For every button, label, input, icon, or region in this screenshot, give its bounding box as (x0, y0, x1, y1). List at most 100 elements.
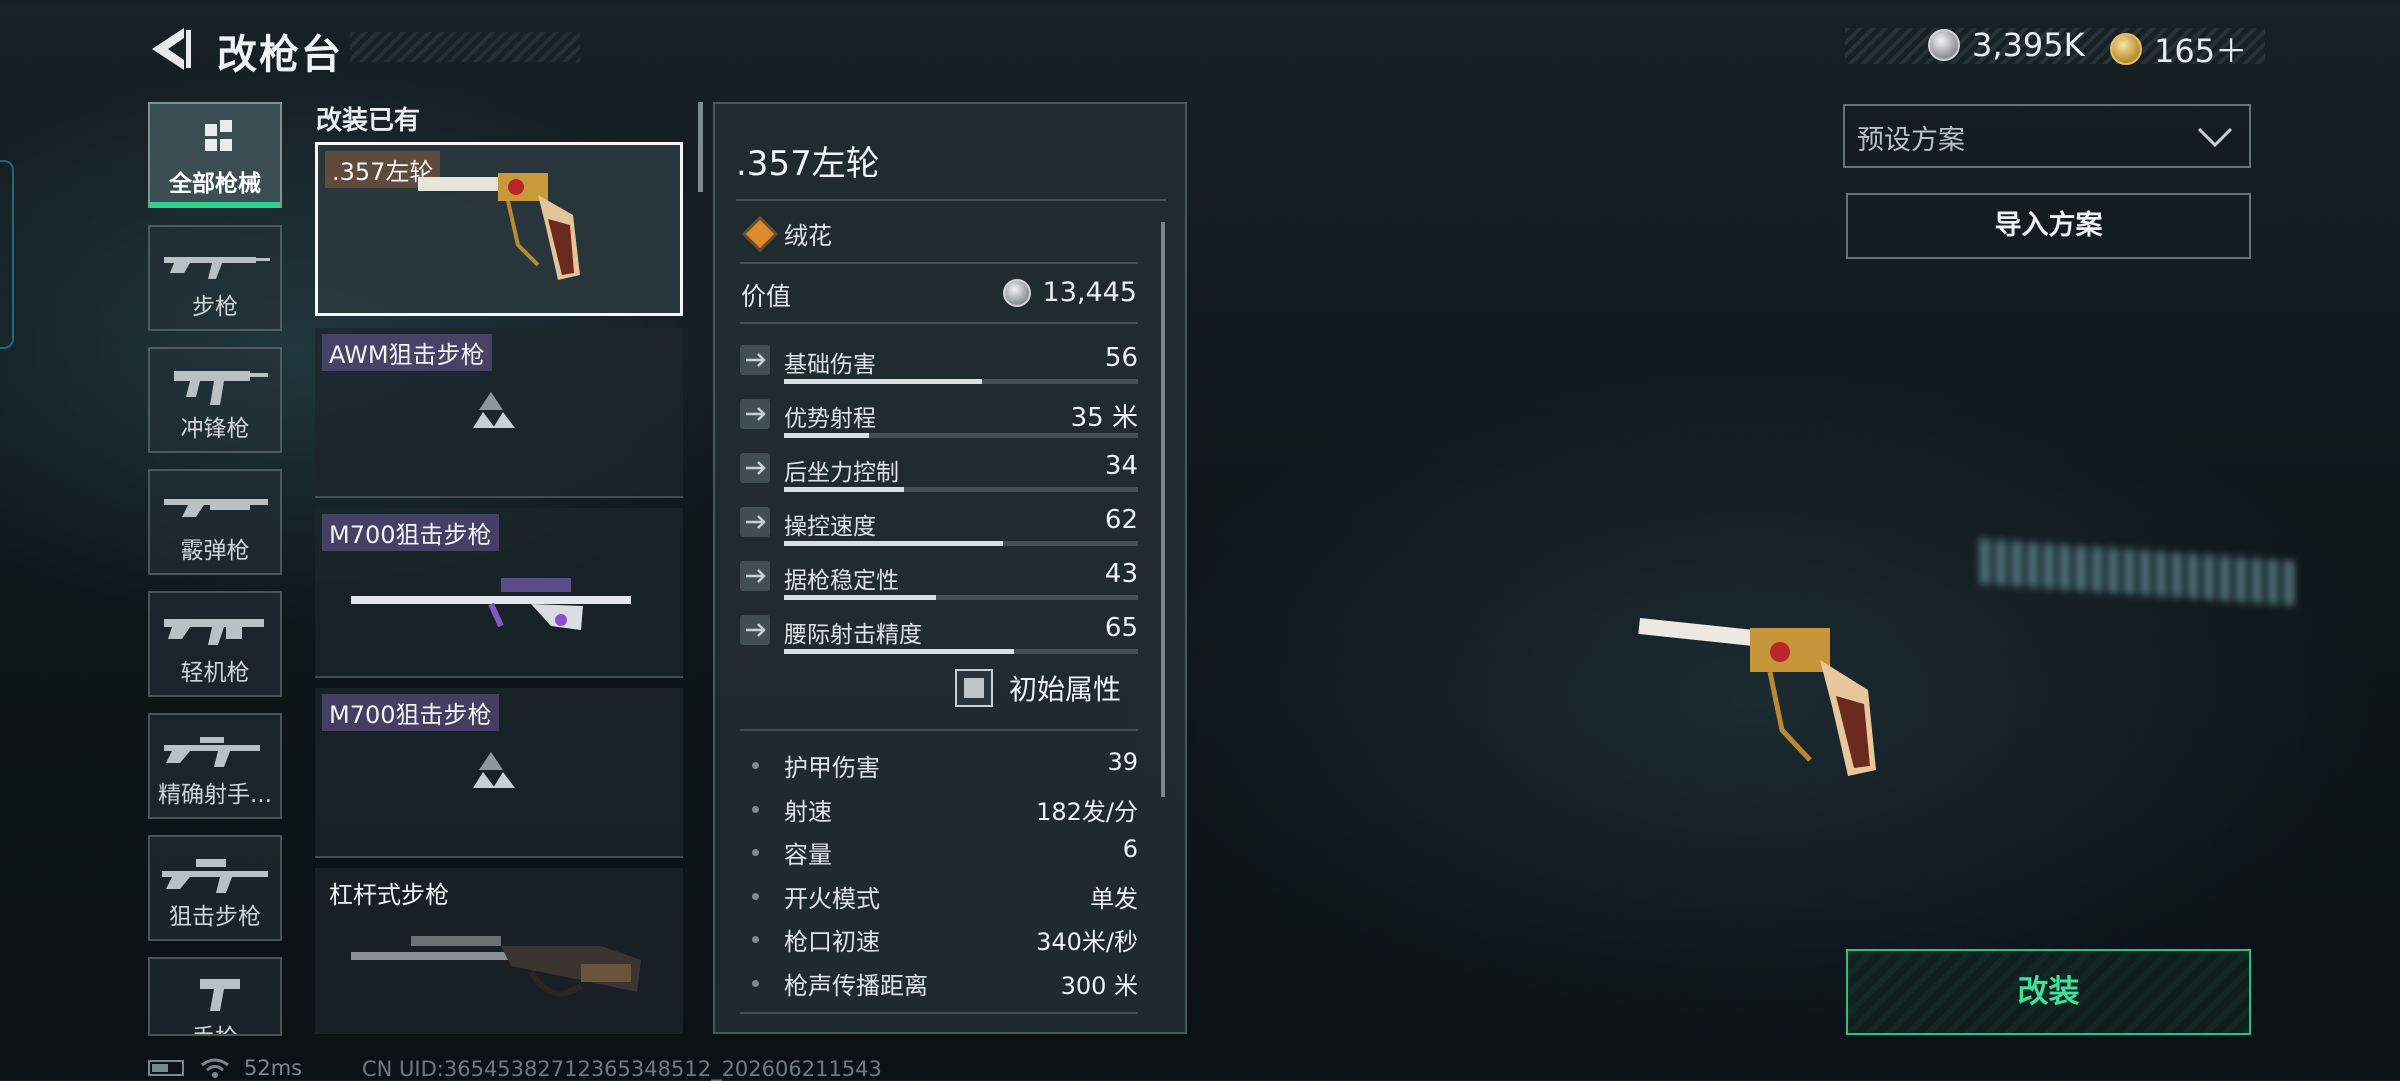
import-preset-button[interactable]: 导入方案 (1846, 193, 2251, 259)
stat-row: 基础伤害 56 (740, 343, 1138, 393)
placeholder-logo-icon (473, 392, 515, 428)
pistol-icon (200, 979, 240, 1011)
category-label: 狙击步枪 (169, 904, 261, 930)
handling-icon (740, 507, 770, 537)
chevron-down-icon (2197, 127, 2233, 148)
spec-row: 容量 6 (752, 835, 1138, 869)
left-edge-tab[interactable] (0, 160, 14, 349)
modify-button[interactable]: 改装 (1846, 949, 2251, 1035)
category-label: 精确射手... (158, 782, 272, 808)
bullet-icon (752, 936, 759, 944)
bullet-icon (752, 892, 759, 900)
category-pistol[interactable]: 手枪 (148, 957, 282, 1036)
weapon-card-lever-rifle[interactable]: 杠杆式步枪 (315, 868, 683, 1034)
smg-icon (174, 371, 268, 405)
uid-label: CN UID:3654538271236534851​2_20260621154… (362, 1057, 882, 1081)
spec-value: 39 (1107, 748, 1138, 776)
stat-name: 基础伤害 (784, 352, 876, 378)
list-scrollbar[interactable] (698, 102, 703, 192)
bullet-icon (752, 762, 759, 769)
weapon-name: .357左轮 (736, 144, 880, 184)
spec-name: 护甲伤害 (784, 754, 880, 782)
shotgun-icon (164, 499, 268, 517)
category-label: 轻机枪 (180, 660, 250, 686)
weapon-card-label: AWM狙击步枪 (322, 334, 492, 371)
category-rifle[interactable]: 步枪 (148, 225, 282, 331)
silver-coin-icon (1928, 29, 1960, 61)
category-label: 霰弹枪 (180, 538, 250, 564)
background-light-strip (1980, 538, 2300, 607)
stat-name: 腰际射击精度 (784, 622, 922, 648)
bullet-icon (752, 805, 759, 813)
weapon-preview-image (1638, 618, 1876, 776)
stat-value: 65 (1104, 613, 1138, 643)
stat-value: 62 (1104, 505, 1138, 535)
spec-value: 300 米 (1060, 972, 1138, 1000)
stat-bar (784, 541, 1138, 546)
value-label: 价值 (741, 282, 792, 311)
category-smg[interactable]: 冲锋枪 (148, 347, 282, 453)
spec-value: 6 (1122, 835, 1138, 864)
stat-bar-fill (784, 487, 905, 492)
stat-row: 后坐力控制 34 (740, 451, 1138, 501)
weapon-card-357[interactable]: .357左轮 (315, 142, 683, 316)
category-shotgun[interactable]: 霰弹枪 (148, 469, 282, 575)
category-label: 冲锋枪 (180, 416, 250, 442)
stat-name: 据枪稳定性 (784, 568, 899, 594)
category-lmg[interactable]: 轻机枪 (148, 591, 282, 697)
spec-value: 340米/秒 (1036, 928, 1138, 957)
bullet-icon (752, 849, 759, 857)
owned-mods-title: 改装已有 (316, 106, 421, 136)
stat-bar (784, 649, 1138, 654)
spec-row: 开火模式 单发 (752, 879, 1138, 913)
gold-amount: 165＋ (2154, 32, 2248, 70)
stat-value: 56 (1104, 343, 1138, 373)
rarity-gem-icon (745, 219, 775, 248)
wifi-icon (201, 1058, 229, 1078)
weapon-card-awm[interactable]: AWM狙击步枪 (315, 328, 683, 498)
divider (740, 1012, 1138, 1014)
gold-currency[interactable]: 165＋ (2110, 26, 2247, 72)
back-button[interactable] (148, 24, 194, 74)
hipfire-icon (740, 615, 770, 645)
gold-coin-icon (2110, 33, 2142, 65)
spec-value: 182发/分 (1036, 797, 1138, 826)
category-label: 步枪 (192, 294, 238, 320)
category-all[interactable]: 全部枪械 (148, 102, 282, 208)
stat-name: 后坐力控制 (784, 460, 899, 486)
checkbox[interactable] (955, 669, 993, 707)
weapon-card-label: 杠杆式步枪 (329, 881, 449, 909)
sniper-rifle-icon (162, 859, 268, 893)
stat-bar-fill (784, 595, 937, 600)
spec-name: 枪口初速 (784, 928, 880, 957)
marksman-rifle-icon (164, 737, 260, 767)
battery-icon (148, 1060, 184, 1076)
placeholder-logo-icon (473, 752, 515, 788)
weapon-card-label: M700狙击步枪 (322, 514, 499, 551)
stability-icon (740, 561, 770, 591)
stat-bar-fill (784, 541, 1004, 546)
category-label: 全部枪械 (169, 171, 261, 197)
silver-currency: 3,395K (1928, 26, 2085, 64)
panel-scrollbar[interactable] (1161, 222, 1165, 797)
divider (736, 199, 1166, 201)
value-amount: 13,445 (1042, 277, 1137, 308)
silver-coin-icon (1002, 278, 1031, 307)
spec-name: 开火模式 (784, 884, 880, 913)
initial-attributes-toggle[interactable]: 初始属性 (955, 668, 1121, 708)
ping-label: 52ms (244, 1056, 303, 1080)
stat-row: 腰际射击精度 65 (740, 613, 1138, 663)
stat-name: 操控速度 (784, 514, 876, 540)
stat-bar (784, 487, 1138, 492)
value-amount-row: 13,445 (1002, 277, 1137, 308)
category-label: 手枪 (150, 1018, 280, 1034)
category-marksman[interactable]: 精确射手... (148, 713, 282, 819)
range-icon (740, 399, 770, 429)
weapon-card-m700-a[interactable]: M700狙击步枪 (315, 508, 683, 678)
stat-value: 35 米 (1070, 403, 1138, 433)
stat-bar (784, 379, 1138, 384)
preset-dropdown[interactable]: 预设方案 (1843, 104, 2251, 168)
revolver-image (418, 173, 580, 280)
weapon-card-m700-b[interactable]: M700狙击步枪 (315, 688, 683, 858)
category-sniper[interactable]: 狙击步枪 (148, 835, 282, 941)
